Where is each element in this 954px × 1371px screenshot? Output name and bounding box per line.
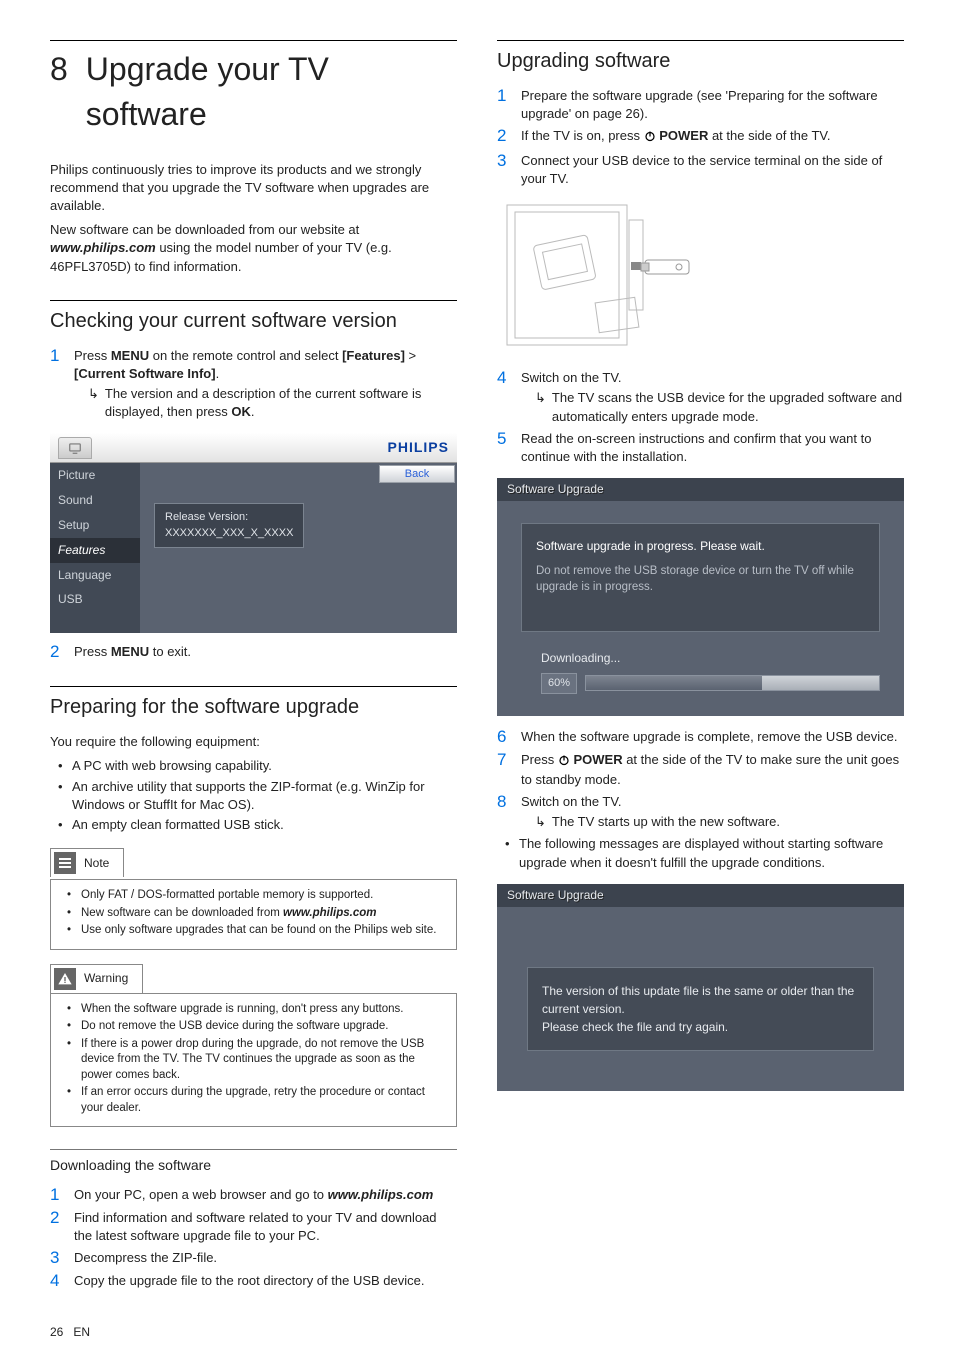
list-item: New software can be downloaded from www.… bbox=[63, 906, 448, 922]
software-upgrade-progress-figure: Software Upgrade Software upgrade in pro… bbox=[497, 478, 904, 716]
tv-menu-sidebar: Picture Sound Setup Features Language US… bbox=[50, 463, 140, 633]
warning-label: Warning bbox=[84, 970, 128, 987]
tv-menu-item: USB bbox=[50, 587, 140, 612]
dialog-title: Software Upgrade bbox=[497, 884, 904, 907]
error-message: The version of this update file is the s… bbox=[527, 967, 874, 1051]
warning-icon bbox=[54, 968, 76, 990]
list-item: If there is a power drop during the upgr… bbox=[63, 1037, 448, 1084]
step-body: Press MENU on the remote control and sel… bbox=[74, 347, 457, 422]
subsection-download-heading: Downloading the software bbox=[50, 1149, 457, 1176]
list-item: Use only software upgrades that can be f… bbox=[63, 923, 448, 939]
chapter-title: Upgrade your TV software bbox=[86, 47, 457, 137]
software-upgrade-error-figure: Software Upgrade The version of this upd… bbox=[497, 884, 904, 1091]
brand-logo: PHILIPS bbox=[388, 438, 449, 458]
chapter-number: 8 bbox=[50, 47, 68, 92]
step-number: 4 bbox=[50, 1272, 64, 1291]
progress-message: Software upgrade in progress. Please wai… bbox=[536, 538, 865, 555]
prep-intro: You require the following equipment: bbox=[50, 733, 457, 751]
step-body: If the TV is on, press POWER at the side… bbox=[521, 127, 904, 147]
progress-warning: Do not remove the USB storage device or … bbox=[536, 563, 865, 595]
step-body: Copy the upgrade file to the root direct… bbox=[74, 1272, 457, 1290]
step-body: Find information and software related to… bbox=[74, 1209, 457, 1245]
tv-menu-item: Setup bbox=[50, 513, 140, 538]
section-prep-heading: Preparing for the software upgrade bbox=[50, 686, 457, 721]
chapter-heading: 8 Upgrade your TV software bbox=[50, 40, 457, 137]
result-arrow-icon: ↳ bbox=[535, 389, 546, 425]
tv-icon bbox=[58, 437, 92, 459]
tv-menu-content: Release Version: XXXXXXX_XXX_X_XXXX bbox=[140, 463, 377, 633]
intro-p2: New software can be downloaded from our … bbox=[50, 221, 457, 276]
downloading-label: Downloading... bbox=[541, 650, 880, 667]
step-body: Press POWER at the side of the TV to mak… bbox=[521, 751, 904, 789]
list-item: An empty clean formatted USB stick. bbox=[54, 816, 457, 834]
step-body: Press MENU to exit. bbox=[74, 643, 457, 661]
section-check-heading: Checking your current software version bbox=[50, 300, 457, 335]
step-number: 2 bbox=[497, 127, 511, 146]
progress-bar bbox=[585, 675, 880, 691]
note-callout: Note Only FAT / DOS-formatted portable m… bbox=[50, 848, 457, 950]
tv-menu-item: Picture bbox=[50, 463, 140, 488]
step-body: Connect your USB device to the service t… bbox=[521, 152, 904, 188]
step-body: Decompress the ZIP-file. bbox=[74, 1249, 457, 1267]
step-number: 3 bbox=[50, 1249, 64, 1268]
step-number: 2 bbox=[50, 1209, 64, 1228]
step-body: Switch on the TV. ↳ The TV scans the USB… bbox=[521, 369, 904, 426]
release-version-box: Release Version: XXXXXXX_XXX_X_XXXX bbox=[154, 503, 304, 548]
page-number: 26 bbox=[50, 1325, 63, 1339]
step-number: 1 bbox=[497, 87, 511, 106]
tv-menu-item: Sound bbox=[50, 488, 140, 513]
warning-callout: Warning When the software upgrade is run… bbox=[50, 964, 457, 1128]
power-icon bbox=[644, 129, 656, 147]
tv-menu-figure: PHILIPS Picture Sound Setup Features Lan… bbox=[50, 433, 457, 633]
result-arrow-icon: ↳ bbox=[535, 813, 546, 831]
step-body: On your PC, open a web browser and go to… bbox=[74, 1186, 457, 1204]
step-number: 1 bbox=[50, 1186, 64, 1205]
tv-menu-item-selected: Features bbox=[50, 538, 140, 563]
step-number: 1 bbox=[50, 347, 64, 366]
step-number: 7 bbox=[497, 751, 511, 770]
list-item: Only FAT / DOS-formatted portable memory… bbox=[63, 888, 448, 904]
step-number: 8 bbox=[497, 793, 511, 812]
power-icon bbox=[558, 753, 570, 771]
page-footer: 26 EN bbox=[50, 1324, 904, 1341]
back-button: Back bbox=[379, 465, 455, 483]
step-body: Prepare the software upgrade (see 'Prepa… bbox=[521, 87, 904, 123]
tv-usb-diagram bbox=[497, 200, 697, 350]
list-item: When the software upgrade is running, do… bbox=[63, 1002, 448, 1018]
step-body: Switch on the TV. ↳ The TV starts up wit… bbox=[521, 793, 904, 831]
result-arrow-icon: ↳ bbox=[88, 385, 99, 421]
step-number: 6 bbox=[497, 728, 511, 747]
list-item: An archive utility that supports the ZIP… bbox=[54, 778, 457, 814]
list-item: The following messages are displayed wit… bbox=[501, 835, 904, 871]
page-lang: EN bbox=[73, 1325, 90, 1339]
dialog-title: Software Upgrade bbox=[497, 478, 904, 501]
note-icon bbox=[54, 852, 76, 874]
list-item: A PC with web browsing capability. bbox=[54, 757, 457, 775]
intro-p1: Philips continuously tries to improve it… bbox=[50, 161, 457, 216]
step-body: When the software upgrade is complete, r… bbox=[521, 728, 904, 746]
step-number: 3 bbox=[497, 152, 511, 171]
step-number: 5 bbox=[497, 430, 511, 449]
section-upgrade-heading: Upgrading software bbox=[497, 40, 904, 75]
list-item: If an error occurs during the upgrade, r… bbox=[63, 1085, 448, 1116]
tv-menu-item: Language bbox=[50, 563, 140, 588]
note-label: Note bbox=[84, 855, 109, 872]
step-number: 2 bbox=[50, 643, 64, 662]
step-body: Read the on-screen instructions and conf… bbox=[521, 430, 904, 466]
list-item: Do not remove the USB device during the … bbox=[63, 1019, 448, 1035]
progress-percent: 60% bbox=[541, 673, 577, 694]
prep-bullets: A PC with web browsing capability. An ar… bbox=[50, 757, 457, 834]
step-number: 4 bbox=[497, 369, 511, 388]
